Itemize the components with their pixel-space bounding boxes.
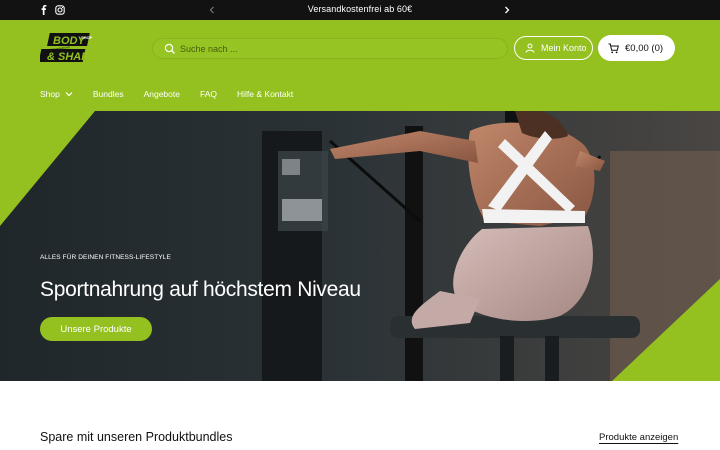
facebook-icon[interactable] [38, 4, 50, 16]
svg-text:SHOP: SHOP [81, 35, 93, 40]
nav-item-angebote-label: Angebote [143, 89, 180, 99]
chevron-right-icon[interactable] [500, 3, 514, 17]
announcement-bar: Versandkostenfrei ab 60€ [0, 0, 720, 20]
show-products-link[interactable]: Produkte anzeigen [599, 432, 678, 443]
svg-text:& SHAPE: & SHAPE [47, 51, 96, 63]
hero-banner: ALLES FÜR DEINEN FITNESS-LIFESTYLE Sport… [0, 111, 720, 381]
nav-item-bundles-label: Bundles [92, 89, 124, 99]
main-navigation: Shop Bundles Angebote FAQ Hilfe & Kontak… [40, 88, 313, 100]
chevron-left-icon[interactable] [205, 3, 219, 17]
search-input[interactable] [180, 40, 480, 57]
account-label: Mein Konto [541, 43, 587, 53]
hero-headline: Sportnahrung auf höchstem Niveau [40, 278, 361, 301]
nav-item-angebote[interactable]: Angebote [144, 89, 180, 99]
cart-label: €0,00 (0) [625, 42, 664, 54]
brand-logo[interactable]: BODY & SHAPE SHOP SPORTNAHRUNG [40, 32, 96, 64]
hero-cta-button[interactable]: Unsere Produkte [40, 317, 152, 341]
nav-item-hilfe-kontakt[interactable]: Hilfe & Kontakt [237, 89, 293, 99]
cart-icon [608, 43, 619, 53]
nav-item-faq[interactable]: FAQ [200, 89, 217, 99]
search-icon [164, 43, 175, 54]
chevron-down-icon [65, 92, 73, 97]
section-title: Spare mit unseren Produktbundles [40, 430, 233, 444]
nav-item-shop[interactable]: Shop [40, 89, 73, 99]
announcement-text: Versandkostenfrei ab 60€ [307, 4, 413, 14]
instagram-icon[interactable] [54, 4, 66, 16]
hero-eyebrow: ALLES FÜR DEINEN FITNESS-LIFESTYLE [40, 254, 171, 261]
nav-item-bundles[interactable]: Bundles [93, 89, 124, 99]
account-button[interactable]: Mein Konto [514, 36, 593, 60]
site-header: BODY & SHAPE SHOP SPORTNAHRUNG Mein Kont… [0, 20, 720, 111]
search-bar[interactable] [152, 38, 508, 59]
nav-item-shop-label: Shop [40, 89, 60, 99]
cart-button[interactable]: €0,00 (0) [598, 35, 675, 61]
user-icon [525, 43, 535, 53]
nav-item-faq-label: FAQ [199, 89, 217, 99]
nav-item-hilfe-kontakt-label: Hilfe & Kontakt [237, 89, 294, 99]
